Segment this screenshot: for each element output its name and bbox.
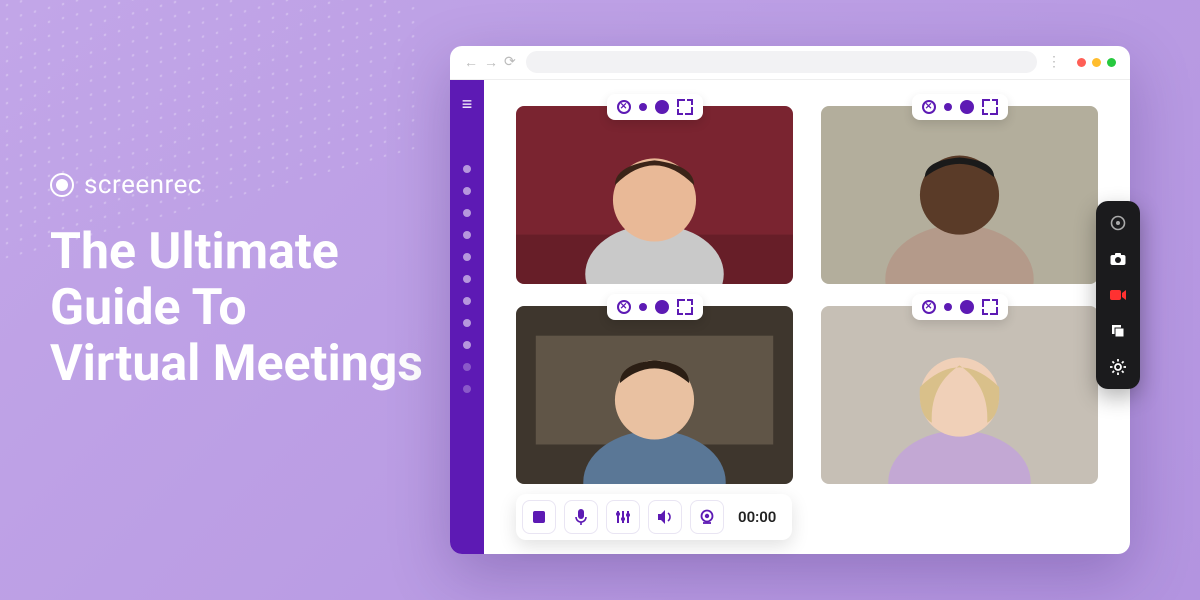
video-grid: ✕ ✕	[516, 106, 1098, 484]
fullscreen-icon[interactable]	[677, 99, 693, 115]
participant-thumbnail	[516, 106, 793, 284]
webcam-icon	[698, 509, 716, 525]
brand-row: screenrec	[50, 170, 423, 200]
video-tile: ✕	[516, 106, 793, 284]
sidebar-dot[interactable]	[463, 165, 471, 173]
mic-icon	[573, 508, 589, 526]
close-icon[interactable]: ✕	[617, 100, 631, 114]
fullscreen-icon[interactable]	[677, 299, 693, 315]
browser-window: ← → ⟳ ⋮ ≡	[450, 46, 1130, 554]
record-dot-small-icon[interactable]	[639, 303, 647, 311]
link-icon[interactable]	[1106, 211, 1130, 235]
stop-button[interactable]	[522, 500, 556, 534]
brand-logo-icon	[50, 173, 74, 197]
sidebar-dot[interactable]	[463, 209, 471, 217]
recording-timer: 00:00	[738, 508, 776, 526]
browser-chrome-bar: ← → ⟳ ⋮	[450, 46, 1130, 80]
record-dot-small-icon[interactable]	[639, 103, 647, 111]
fullscreen-icon[interactable]	[982, 99, 998, 115]
speaker-icon	[656, 509, 674, 525]
video-area: ✕ ✕	[484, 80, 1130, 554]
browser-nav-icons: ← → ⟳	[464, 54, 516, 71]
levels-icon	[615, 509, 631, 525]
participant-thumbnail	[821, 106, 1098, 284]
browser-address-bar[interactable]	[526, 51, 1037, 73]
record-dot-large-icon[interactable]	[655, 100, 669, 114]
app-body: ≡	[450, 80, 1130, 554]
traffic-light-green[interactable]	[1107, 58, 1116, 67]
webcam-button[interactable]	[690, 500, 724, 534]
tile-control-pill: ✕	[607, 294, 703, 320]
tile-control-pill: ✕	[912, 294, 1008, 320]
hero-title-line-2: Guide To	[50, 279, 247, 337]
sidebar-dot[interactable]	[463, 341, 471, 349]
app-sidebar: ≡	[450, 80, 484, 554]
record-dot-large-icon[interactable]	[960, 300, 974, 314]
hero-title: The Ultimate Guide To Virtual Meetings	[50, 224, 423, 392]
tile-control-pill: ✕	[607, 94, 703, 120]
close-icon[interactable]: ✕	[922, 300, 936, 314]
record-dot-small-icon[interactable]	[944, 103, 952, 111]
sidebar-dot[interactable]	[463, 187, 471, 195]
sidebar-dot[interactable]	[463, 385, 471, 393]
levels-button[interactable]	[606, 500, 640, 534]
sidebar-dot[interactable]	[463, 363, 471, 371]
floating-tool-panel	[1096, 201, 1140, 389]
video-tile: ✕	[821, 106, 1098, 284]
fullscreen-icon[interactable]	[982, 299, 998, 315]
camera-icon[interactable]	[1106, 247, 1130, 271]
browser-more-icon[interactable]: ⋮	[1047, 54, 1061, 70]
traffic-light-yellow[interactable]	[1092, 58, 1101, 67]
sidebar-dot[interactable]	[463, 253, 471, 261]
brand-name: screenrec	[84, 170, 202, 200]
copy-icon[interactable]	[1106, 319, 1130, 343]
participant-thumbnail	[821, 306, 1098, 484]
hero-title-line-3: Virtual Meetings	[50, 335, 423, 393]
record-dot-large-icon[interactable]	[960, 100, 974, 114]
mic-button[interactable]	[564, 500, 598, 534]
record-icon[interactable]	[1106, 283, 1130, 307]
hamburger-icon[interactable]: ≡	[462, 94, 473, 115]
sidebar-dot[interactable]	[463, 319, 471, 327]
hero-title-line-1: The Ultimate	[50, 223, 339, 281]
record-dot-small-icon[interactable]	[944, 303, 952, 311]
sidebar-dot[interactable]	[463, 231, 471, 239]
browser-back-icon[interactable]: ←	[464, 54, 478, 71]
browser-traffic-lights	[1077, 58, 1116, 67]
close-icon[interactable]: ✕	[617, 300, 631, 314]
recording-toolbar: 00:00	[516, 494, 792, 540]
gear-icon[interactable]	[1106, 355, 1130, 379]
sidebar-dot[interactable]	[463, 297, 471, 305]
hero-left-column: screenrec The Ultimate Guide To Virtual …	[50, 170, 423, 392]
record-dot-large-icon[interactable]	[655, 300, 669, 314]
participant-thumbnail	[516, 306, 793, 484]
video-tile: ✕	[821, 306, 1098, 484]
tile-control-pill: ✕	[912, 94, 1008, 120]
browser-forward-icon[interactable]: →	[484, 54, 498, 71]
sidebar-dot[interactable]	[463, 275, 471, 283]
close-icon[interactable]: ✕	[922, 100, 936, 114]
speaker-button[interactable]	[648, 500, 682, 534]
video-tile: ✕	[516, 306, 793, 484]
traffic-light-red[interactable]	[1077, 58, 1086, 67]
browser-reload-icon[interactable]: ⟳	[504, 54, 516, 70]
